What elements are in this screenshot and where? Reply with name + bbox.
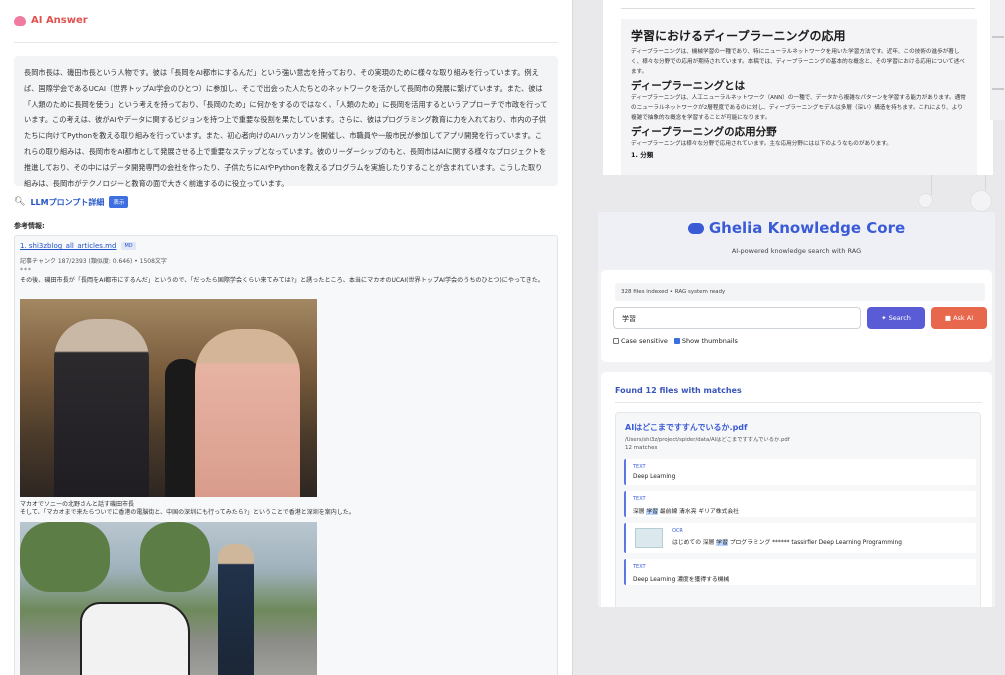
ai-answer-title: AI Answer: [31, 15, 88, 26]
match-text-post: プログラミング ****** tassirfier Deep Learning …: [727, 540, 902, 546]
divider: [14, 42, 558, 43]
photo-conversation: [20, 299, 317, 497]
divider: [992, 88, 1004, 90]
match-type: TEXT: [633, 496, 646, 502]
reference-separator: ***: [20, 267, 32, 274]
llm-prompt-label[interactable]: LLMプロンプト詳細: [30, 197, 104, 208]
photo-caption-line2: そして、「マカオまで来たらついでに香港の電脳街と、中国の深圳にも行ってみたら?」…: [20, 509, 355, 516]
document-heading: ディープラーニングの応用分野: [631, 126, 777, 138]
reference-link[interactable]: 1. shi3zblog_all_articles.md: [20, 242, 116, 250]
connector-line: [931, 175, 932, 195]
app-subtitle: AI-powered knowledge search with RAG: [731, 247, 862, 255]
photo-street-robot: [20, 522, 317, 675]
divider: [992, 36, 1004, 38]
connector-dot: [970, 190, 992, 212]
match-item[interactable]: TEXT 深層 学習 最前線 清水亮 ギリア株式会社: [624, 491, 976, 517]
match-item[interactable]: TEXT Deep Learning 濃度を獲得する機械: [624, 559, 976, 585]
document-heading: ディープラーニングとは: [631, 80, 746, 92]
photo-caption: マカオでソニーの北野さんと話す磯田市長 そして、「マカオまで来たらついでに香港の…: [20, 501, 550, 517]
show-thumbnails-checkbox[interactable]: [673, 338, 680, 344]
ai-answer-header: AI Answer: [14, 15, 88, 26]
match-text-pre: 深層: [633, 509, 647, 515]
photo-delivery-robot: [80, 602, 190, 675]
reference-excerpt: その後、磯田市長が「長岡をAI都市にするんだ」というので、「だったら国際学会くら…: [20, 277, 544, 284]
match-type: TEXT: [633, 564, 646, 570]
results-count: Found 12 files with matches: [615, 386, 742, 395]
match-text: Deep Learning: [633, 474, 676, 480]
photo-person-right: [195, 329, 300, 497]
document-paragraph: ディープラーニングは様々な分野で応用されています。主な応用分野には以下のようなも…: [631, 141, 892, 147]
photo-caption-line1: マカオでソニーの北野さんと話す磯田市長: [20, 501, 135, 508]
photo-tree: [20, 522, 110, 592]
magnifier-icon: 🔍︎: [14, 197, 26, 207]
divider: [621, 8, 975, 9]
match-text-post: 最前線 清水亮 ギリア株式会社: [658, 509, 739, 515]
ocr-thumbnail[interactable]: [635, 528, 663, 548]
answer-text: 長岡市長は、磯田市長という人物です。彼は「長岡をAI都市にするんだ」という強い意…: [24, 68, 548, 188]
brain-icon: [14, 15, 26, 26]
case-sensitive-label: Case sensitive: [621, 337, 668, 345]
md-badge: MD: [121, 242, 136, 250]
match-highlight: 学習: [716, 540, 728, 546]
show-thumbnails-label: Show thumbnails: [681, 337, 738, 345]
side-window-edge: [990, 0, 1005, 120]
search-options: Case sensitive Show thumbnails: [613, 337, 738, 345]
match-highlight: 学習: [646, 509, 659, 515]
show-prompt-button[interactable]: 表示: [109, 196, 129, 208]
search-input[interactable]: 学習: [613, 307, 861, 329]
document-paragraph: ディープラーニングは、機械学習の一種であり、特にニューラルネットワークを用いた学…: [631, 49, 965, 75]
photo-tree: [140, 522, 210, 592]
ask-ai-button[interactable]: ■ Ask AI: [931, 307, 987, 329]
match-text: はじめての 深層 学習 プログラミング ****** tassirfier De…: [672, 537, 902, 546]
connector-dot: [918, 193, 933, 208]
reference-meta: 記事チャンク 187/2393 (類似度: 0.646) • 1508文字: [20, 258, 167, 265]
match-item-ocr[interactable]: OCR はじめての 深層 学習 プログラミング ****** tassirfie…: [624, 523, 976, 553]
match-type: TEXT: [633, 464, 646, 470]
ai-answer-panel: AI Answer 長岡市長は、磯田市長という人物です。彼は「長岡をAI都市にす…: [0, 0, 573, 675]
match-text: Deep Learning 濃度を獲得する機械: [633, 577, 730, 583]
app-header: Ghelia Knowledge Core AI-powered knowled…: [598, 212, 995, 268]
file-title-link[interactable]: AIはどこまですすんでいるか.pdf: [625, 422, 748, 433]
connector-line: [985, 175, 986, 190]
ghelia-app: Ghelia Knowledge Core AI-powered knowled…: [598, 212, 995, 607]
reference-heading: 参考情報:: [14, 222, 45, 230]
answer-box: 長岡市長は、磯田市長という人物です。彼は「長岡をAI都市にするんだ」という強い意…: [14, 56, 558, 188]
search-card: 328 files indexed • RAG system ready 学習 …: [601, 270, 992, 362]
search-button-label: Search: [888, 314, 911, 322]
document-paragraph: ディープラーニングは、人工ニューラルネットワーク（ANN）の一種で、データから複…: [631, 95, 966, 121]
file-result[interactable]: AIはどこまですすんでいるか.pdf /Users/shi3z/project/…: [615, 412, 981, 607]
search-button[interactable]: ✦ Search: [867, 307, 925, 329]
match-item[interactable]: TEXT Deep Learning: [624, 459, 976, 485]
case-sensitive-option[interactable]: Case sensitive: [613, 337, 668, 345]
reference-box: 1. shi3zblog_all_articles.md MD 記事チャンク 1…: [14, 235, 558, 675]
reference-title-row: 1. shi3zblog_all_articles.md MD: [20, 242, 136, 250]
app-title: Ghelia Knowledge Core: [598, 219, 995, 237]
photo-person: [218, 544, 254, 675]
ask-ai-button-label: Ask AI: [953, 314, 974, 322]
results-card: Found 12 files with matches AIはどこまですすんでい…: [601, 372, 992, 607]
divider: [615, 402, 982, 403]
case-sensitive-checkbox[interactable]: [613, 338, 619, 344]
match-text-pre: はじめての 深層: [672, 540, 717, 546]
show-thumbnails-option[interactable]: Show thumbnails: [673, 337, 738, 345]
cloud-icon: [687, 223, 704, 234]
document-preview-panel: 学習におけるディープラーニングの応用 ディープラーニングは、機械学習の一種であり…: [603, 0, 993, 175]
document-content: 学習におけるディープラーニングの応用 ディープラーニングは、機械学習の一種であり…: [621, 19, 977, 175]
match-type: OCR: [672, 528, 683, 534]
llm-prompt-toggle[interactable]: 🔍︎ LLMプロンプト詳細 表示: [14, 196, 129, 208]
match-text: 深層 学習 最前線 清水亮 ギリア株式会社: [633, 506, 739, 515]
photo-person-left: [54, 319, 149, 497]
document-subheading: 1. 分類: [631, 151, 654, 159]
document-title: 学習におけるディープラーニングの応用: [631, 29, 846, 43]
index-status: 328 files indexed • RAG system ready: [615, 283, 985, 301]
app-title-text: Ghelia Knowledge Core: [708, 219, 906, 237]
file-match-count: 12 matches: [625, 445, 658, 451]
file-path: /Users/shi3z/project/spider/data/AIはどこまで…: [625, 437, 790, 443]
